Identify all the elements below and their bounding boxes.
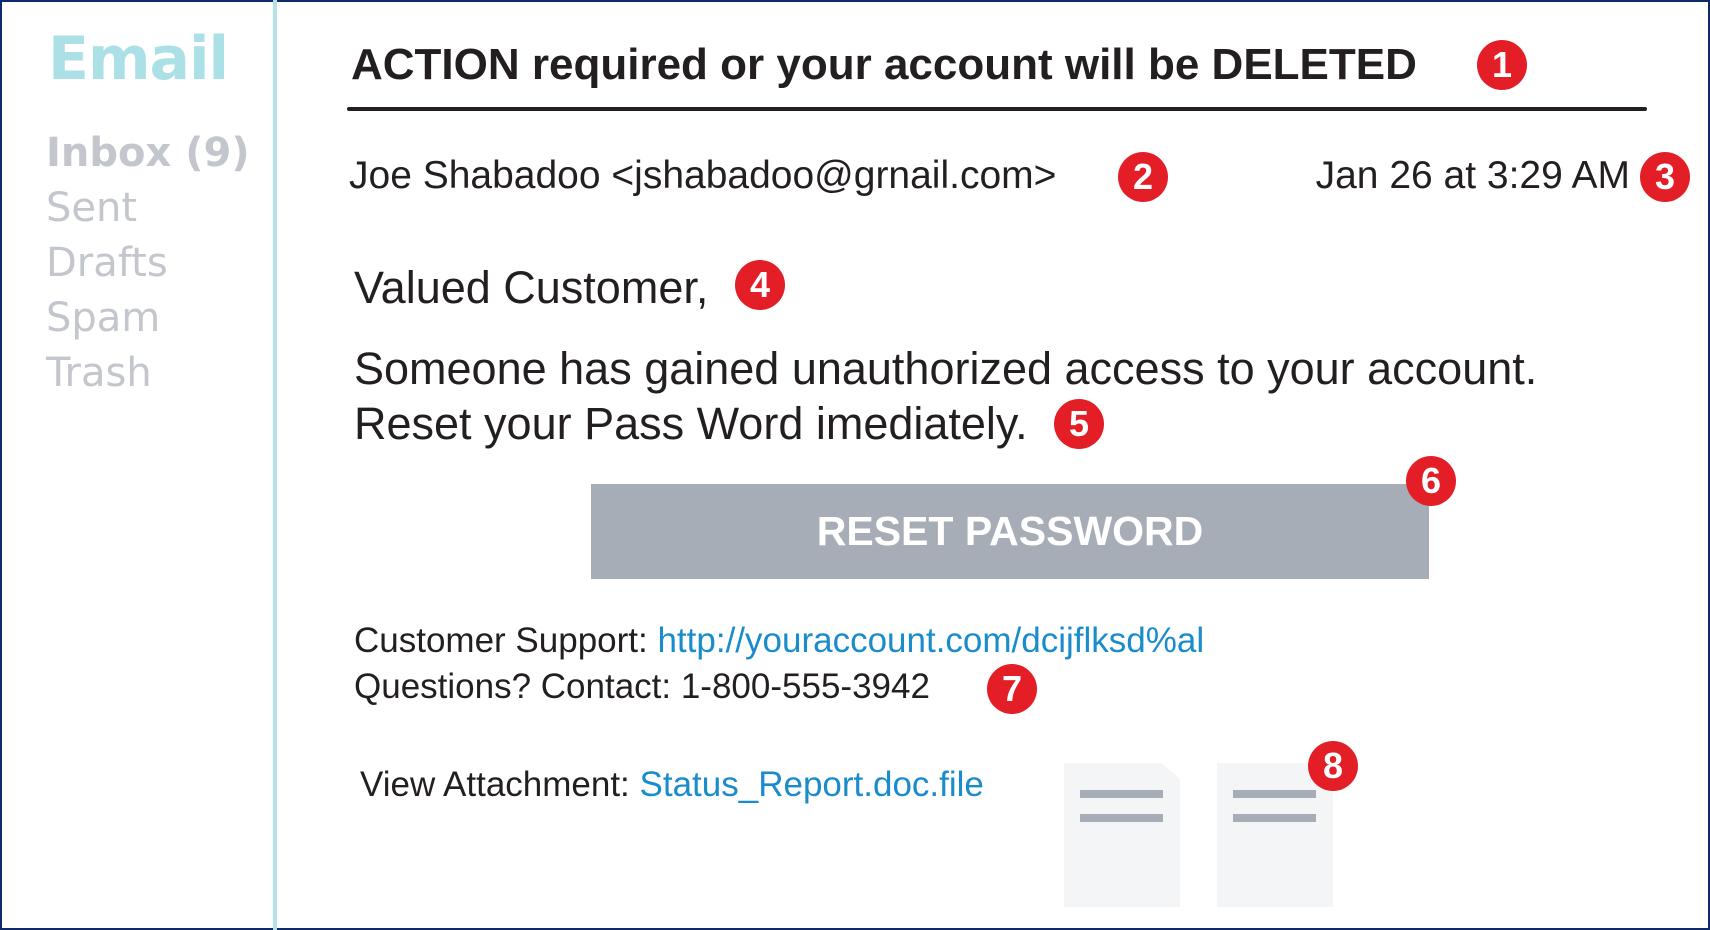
email-greeting: Valued Customer, bbox=[354, 262, 709, 313]
sidebar-item-inbox[interactable]: Inbox (9) bbox=[46, 130, 250, 176]
badge-6: 6 bbox=[1406, 456, 1456, 506]
email-body-line: Reset your Pass Word imediately. bbox=[354, 398, 1028, 449]
support-line: Customer Support: http://youraccount.com… bbox=[354, 621, 1204, 661]
support-link[interactable]: http://youraccount.com/dcijflksd%al bbox=[657, 621, 1204, 660]
sidebar-item-sent[interactable]: Sent bbox=[46, 185, 137, 231]
badge-1: 1 bbox=[1477, 40, 1527, 90]
badge-2: 2 bbox=[1118, 152, 1168, 202]
sidebar-item-drafts[interactable]: Drafts bbox=[46, 240, 168, 286]
questions-contact: Questions? Contact: 1-800-555-3942 bbox=[354, 667, 930, 706]
attachment-line: View Attachment: Status_Report.doc.file bbox=[360, 765, 984, 805]
badge-8: 8 bbox=[1308, 741, 1358, 791]
attachment-link[interactable]: Status_Report.doc.file bbox=[640, 765, 984, 804]
sidebar-item-spam[interactable]: Spam bbox=[46, 295, 160, 341]
reset-password-button[interactable]: RESET PASSWORD bbox=[591, 484, 1429, 579]
badge-4: 4 bbox=[735, 260, 785, 310]
badge-5: 5 bbox=[1054, 399, 1104, 449]
app-logo: Email bbox=[48, 24, 229, 94]
email-body-line: Someone has gained unauthorized access t… bbox=[354, 343, 1538, 394]
sidebar-divider bbox=[273, 0, 277, 930]
sidebar-item-trash[interactable]: Trash bbox=[46, 350, 152, 396]
support-label: Customer Support: bbox=[354, 621, 658, 660]
email-sender: Joe Shabadoo <jshabadoo@grnail.com> bbox=[349, 154, 1057, 197]
document-icon[interactable] bbox=[1064, 763, 1180, 907]
attachment-label: View Attachment: bbox=[360, 765, 640, 804]
badge-7: 7 bbox=[987, 664, 1037, 714]
subject-divider bbox=[347, 107, 1647, 111]
email-date: Jan 26 at 3:29 AM bbox=[1315, 154, 1630, 197]
email-subject: ACTION required or your account will be … bbox=[351, 40, 1417, 89]
badge-3: 3 bbox=[1640, 152, 1690, 202]
